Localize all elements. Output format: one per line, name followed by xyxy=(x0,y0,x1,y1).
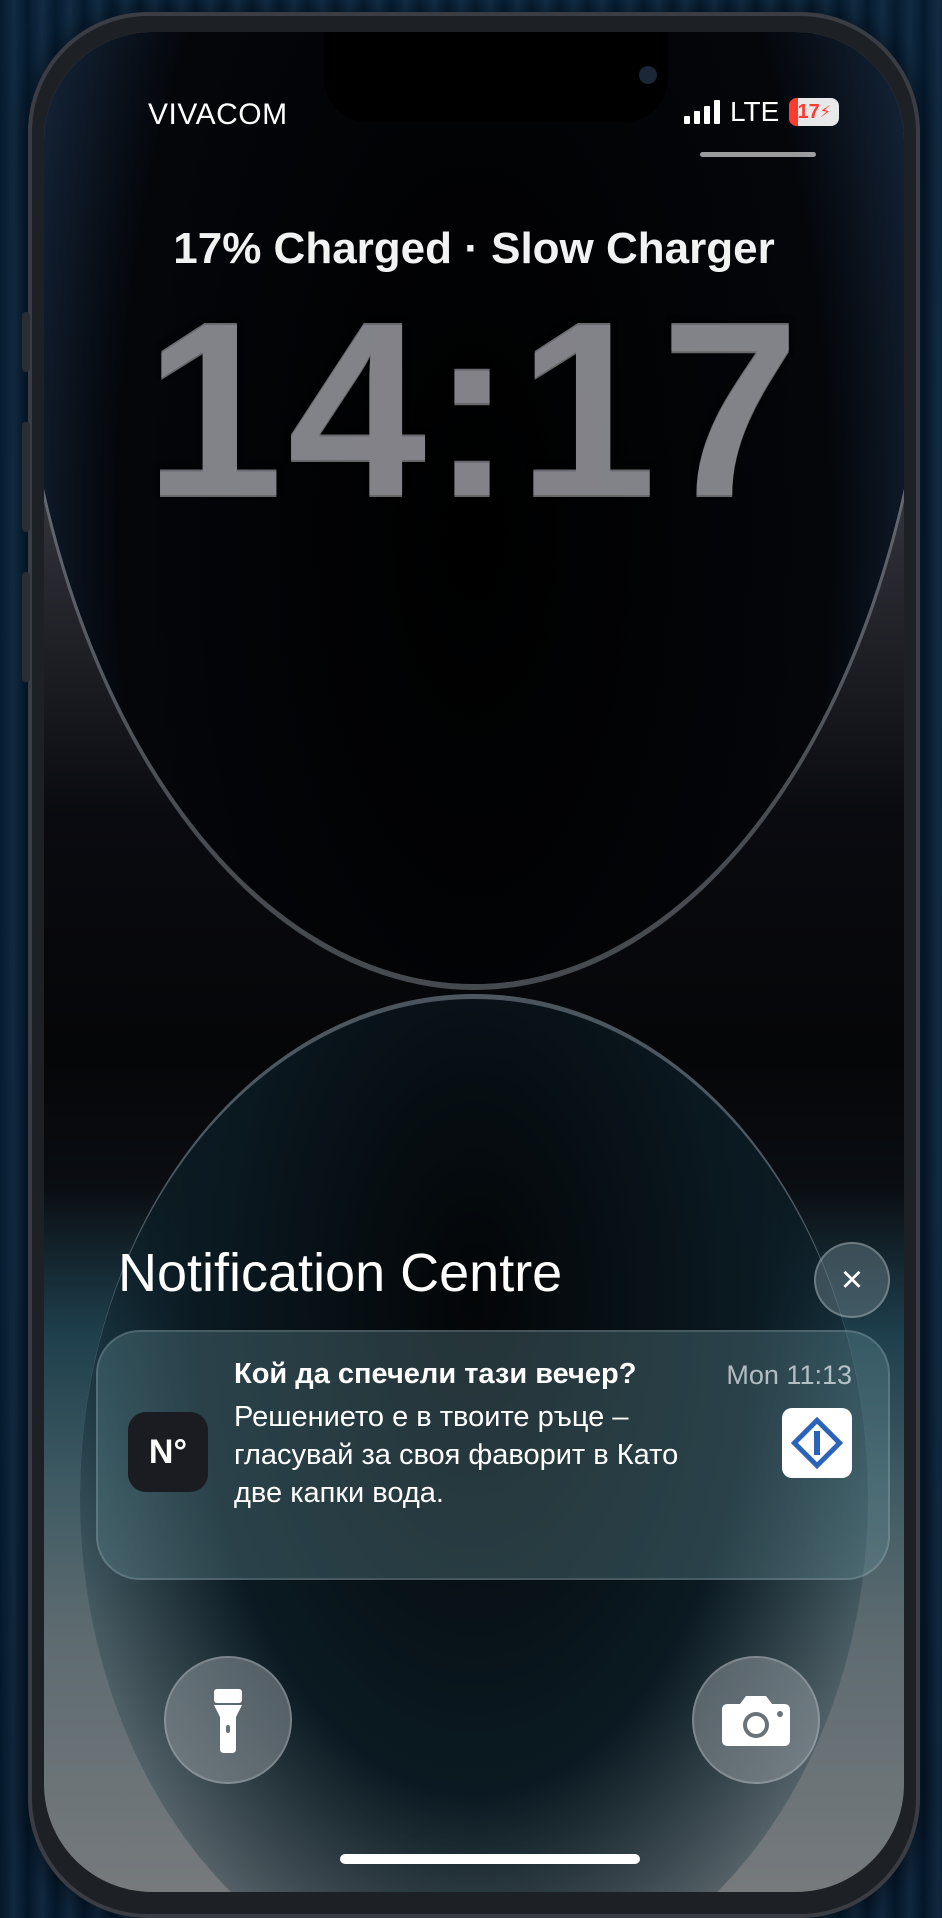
notch xyxy=(324,32,668,122)
camera-icon xyxy=(722,1696,790,1746)
status-indicators: LTE 17 ⚡ xyxy=(684,96,840,128)
lock-clock: 14:17 xyxy=(144,269,804,548)
notification-title: Кой да спечели тази вечер? xyxy=(234,1358,637,1390)
notification-thumbnail xyxy=(782,1408,852,1478)
notification-body: Решението е в твоите ръце – гласувай за … xyxy=(234,1401,679,1509)
diamond-logo-icon xyxy=(791,1417,843,1469)
volume-up-button xyxy=(22,422,30,532)
charge-status: 17% Charged · Slow Charger xyxy=(173,224,775,273)
close-icon[interactable]: × xyxy=(814,1242,890,1318)
mute-switch xyxy=(22,312,30,372)
notification-centre-title: Notification Centre xyxy=(118,1243,563,1303)
lock-screen: VIVACOM LTE 17 ⚡ 17% Charged · Slow Char… xyxy=(44,32,904,1892)
signal-bars-icon xyxy=(684,100,720,124)
volume-down-button xyxy=(22,572,30,682)
app-icon-glyph: N° xyxy=(148,1432,188,1471)
notification-time: Mon 11:13 xyxy=(726,1360,852,1390)
flashlight-button[interactable] xyxy=(164,1656,292,1784)
battery-icon: 17 ⚡ xyxy=(789,98,840,126)
home-indicator[interactable] xyxy=(340,1854,640,1864)
flashlight-icon xyxy=(214,1689,242,1753)
camera-button[interactable] xyxy=(692,1656,820,1784)
bolt-icon: ⚡ xyxy=(819,104,832,121)
notification-card[interactable]: N° Кой да спечели тази вечер? Mon 11:13 … xyxy=(96,1330,890,1580)
battery-fill xyxy=(789,98,798,126)
network-type: LTE xyxy=(730,96,780,127)
app-icon: N° xyxy=(128,1412,208,1492)
control-centre-grabber[interactable] xyxy=(700,152,816,157)
front-camera-icon xyxy=(639,66,657,84)
carrier-label: VIVACOM xyxy=(148,98,288,131)
battery-level: 17 xyxy=(797,100,820,123)
